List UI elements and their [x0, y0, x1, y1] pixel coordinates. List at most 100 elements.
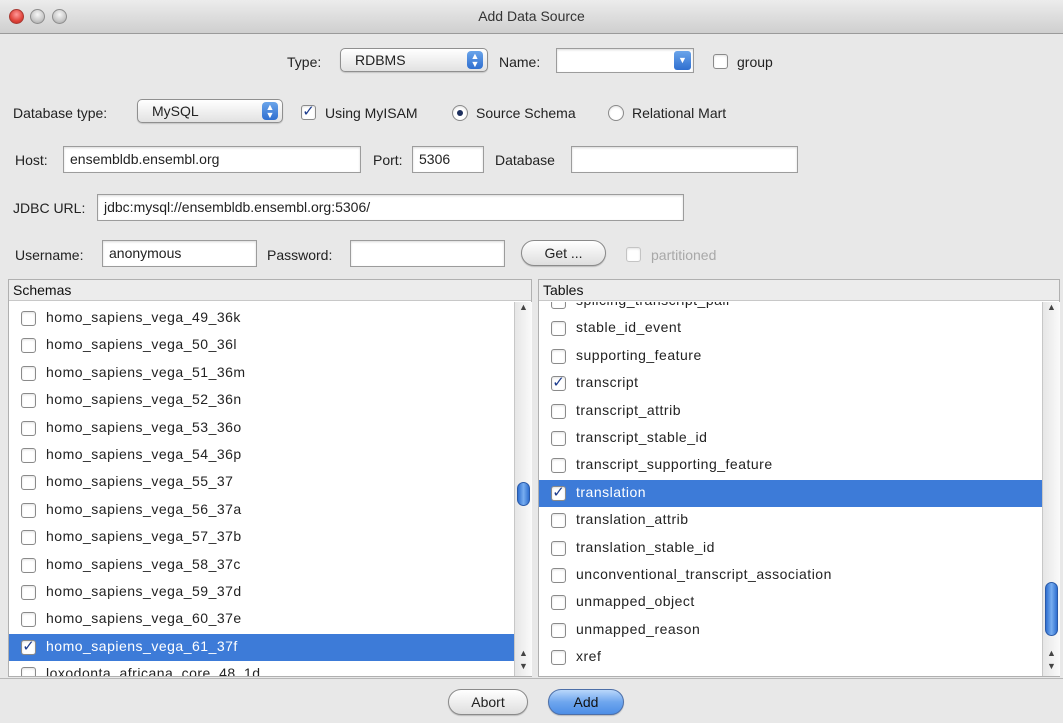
database-label: Database	[495, 152, 555, 168]
abort-button[interactable]: Abort	[448, 689, 528, 715]
schema-row[interactable]: homo_sapiens_vega_59_37d	[9, 579, 514, 606]
add-button[interactable]: Add	[548, 689, 624, 715]
schema-checkbox[interactable]	[21, 557, 36, 573]
name-combo[interactable]: ▼	[556, 48, 694, 73]
scroll-down-icon[interactable]: ▼	[1043, 661, 1060, 673]
table-checkbox[interactable]	[551, 595, 566, 611]
table-row[interactable]: supporting_feature	[539, 343, 1042, 370]
window-title: Add Data Source	[478, 8, 585, 24]
schema-row[interactable]: homo_sapiens_vega_56_37a	[9, 497, 514, 524]
schema-row[interactable]: ✓ homo_sapiens_vega_61_37f	[9, 633, 514, 662]
table-row[interactable]: transcript_attrib	[539, 398, 1042, 425]
table-checkbox[interactable]	[551, 458, 566, 474]
table-checkbox[interactable]	[551, 540, 566, 556]
title-bar: Add Data Source	[0, 0, 1063, 34]
table-row[interactable]: translation_attrib	[539, 507, 1042, 534]
chevron-down-icon[interactable]: ▼	[674, 51, 691, 70]
password-field[interactable]	[350, 240, 505, 267]
tables-scrollbar[interactable]: ▲ ▲ ▼	[1042, 302, 1060, 676]
scroll-up-icon[interactable]: ▲	[515, 648, 532, 660]
using-myisam-checkbox[interactable]: ✓	[301, 104, 316, 120]
table-row[interactable]: unconventional_transcript_association	[539, 562, 1042, 589]
database-field[interactable]	[571, 146, 798, 173]
schemas-list[interactable]: homo_sapiens_vega_49_36k homo_sapiens_veg…	[9, 302, 514, 676]
schema-checkbox[interactable]	[21, 612, 36, 628]
schema-row[interactable]: homo_sapiens_vega_53_36o	[9, 415, 514, 442]
group-checkbox[interactable]	[713, 54, 728, 69]
table-row[interactable]: translation_stable_id	[539, 535, 1042, 562]
schema-checkbox[interactable]	[21, 667, 36, 676]
table-label: stable_id_event	[576, 319, 682, 336]
schema-checkbox[interactable]	[21, 447, 36, 463]
table-row[interactable]: ✓ translation	[539, 479, 1042, 508]
source-schema-radio[interactable]	[452, 105, 468, 121]
partitioned-label: partitioned	[651, 247, 717, 263]
table-checkbox[interactable]: ✓	[551, 485, 566, 501]
schema-checkbox[interactable]	[21, 502, 36, 518]
scroll-up-icon[interactable]: ▲	[1043, 648, 1060, 660]
database-type-select[interactable]: MySQL ▲ ▼	[137, 99, 283, 123]
table-checkbox[interactable]: ✓	[551, 375, 566, 392]
table-checkbox[interactable]	[551, 430, 566, 446]
schema-checkbox[interactable]	[21, 338, 36, 354]
schema-row[interactable]: homo_sapiens_vega_58_37c	[9, 552, 514, 579]
schema-row[interactable]: homo_sapiens_vega_50_36l	[9, 332, 514, 359]
table-row[interactable]: unmapped_reason	[539, 617, 1042, 644]
schema-row[interactable]: homo_sapiens_vega_52_36n	[9, 387, 514, 414]
table-row[interactable]: xref	[539, 644, 1042, 671]
type-select[interactable]: RDBMS ▲ ▼	[340, 48, 488, 72]
table-label: transcript_stable_id	[576, 428, 708, 445]
schema-checkbox[interactable]	[21, 393, 36, 409]
schema-checkbox[interactable]	[21, 584, 36, 600]
schema-checkbox[interactable]	[21, 365, 36, 381]
scroll-up-icon[interactable]: ▲	[1043, 302, 1060, 314]
schemas-scrollbar[interactable]: ▲ ▲ ▼	[514, 302, 532, 676]
schema-row[interactable]: homo_sapiens_vega_60_37e	[9, 606, 514, 633]
table-checkbox[interactable]	[551, 650, 566, 666]
schemas-scroll-thumb[interactable]	[517, 482, 530, 506]
schema-row[interactable]: loxodonta_africana_core_48_1d	[9, 661, 514, 676]
schema-row[interactable]: homo_sapiens_vega_54_36p	[9, 442, 514, 469]
schema-label: homo_sapiens_vega_61_37f	[46, 637, 238, 654]
tables-list[interactable]: splicing_transcript_pair stable_id_events…	[539, 302, 1042, 676]
schema-row[interactable]: homo_sapiens_vega_55_37	[9, 469, 514, 496]
schema-checkbox[interactable]	[21, 311, 36, 326]
scroll-down-icon[interactable]: ▼	[515, 661, 532, 673]
name-label: Name:	[499, 54, 541, 70]
jdbc-url-field[interactable]: jdbc:mysql://ensembldb.ensembl.org:5306/	[97, 194, 684, 221]
schema-label: homo_sapiens_vega_56_37a	[46, 500, 242, 517]
host-field[interactable]: ensembldb.ensembl.org	[63, 146, 361, 173]
schema-checkbox[interactable]	[21, 420, 36, 436]
schema-checkbox[interactable]: ✓	[21, 637, 36, 655]
table-checkbox[interactable]	[551, 348, 566, 364]
get-button[interactable]: Get ...	[521, 240, 606, 266]
schema-label: homo_sapiens_vega_51_36m	[46, 363, 246, 380]
table-checkbox[interactable]	[551, 513, 566, 529]
schema-checkbox[interactable]	[21, 475, 36, 491]
table-row[interactable]: stable_id_event	[539, 315, 1042, 342]
table-row[interactable]: transcript_stable_id	[539, 425, 1042, 452]
schema-row[interactable]: homo_sapiens_vega_57_37b	[9, 524, 514, 551]
table-row[interactable]: unmapped_object	[539, 589, 1042, 616]
table-row[interactable]: transcript_supporting_feature	[539, 452, 1042, 479]
scroll-up-icon[interactable]: ▲	[515, 302, 532, 314]
username-field[interactable]: anonymous	[102, 240, 257, 267]
relational-mart-radio[interactable]	[608, 105, 624, 121]
table-row[interactable]: ✓ transcript	[539, 370, 1042, 397]
schema-row[interactable]: homo_sapiens_vega_51_36m	[9, 360, 514, 387]
table-label: transcript_attrib	[576, 401, 681, 418]
checkmark-icon: ✓	[22, 637, 35, 655]
port-field[interactable]: 5306	[412, 146, 484, 173]
schema-checkbox[interactable]	[21, 530, 36, 546]
table-checkbox[interactable]	[551, 567, 566, 583]
partitioned-checkbox[interactable]	[626, 247, 641, 262]
table-label: translation_stable_id	[576, 538, 715, 555]
password-label: Password:	[267, 247, 333, 263]
table-checkbox[interactable]	[551, 321, 566, 337]
table-checkbox[interactable]	[551, 622, 566, 638]
table-checkbox[interactable]	[551, 302, 566, 309]
tables-scroll-thumb[interactable]	[1045, 582, 1058, 636]
schema-row[interactable]: homo_sapiens_vega_49_36k	[9, 305, 514, 332]
table-checkbox[interactable]	[551, 403, 566, 419]
table-row[interactable]: splicing_transcript_pair	[539, 302, 1042, 315]
